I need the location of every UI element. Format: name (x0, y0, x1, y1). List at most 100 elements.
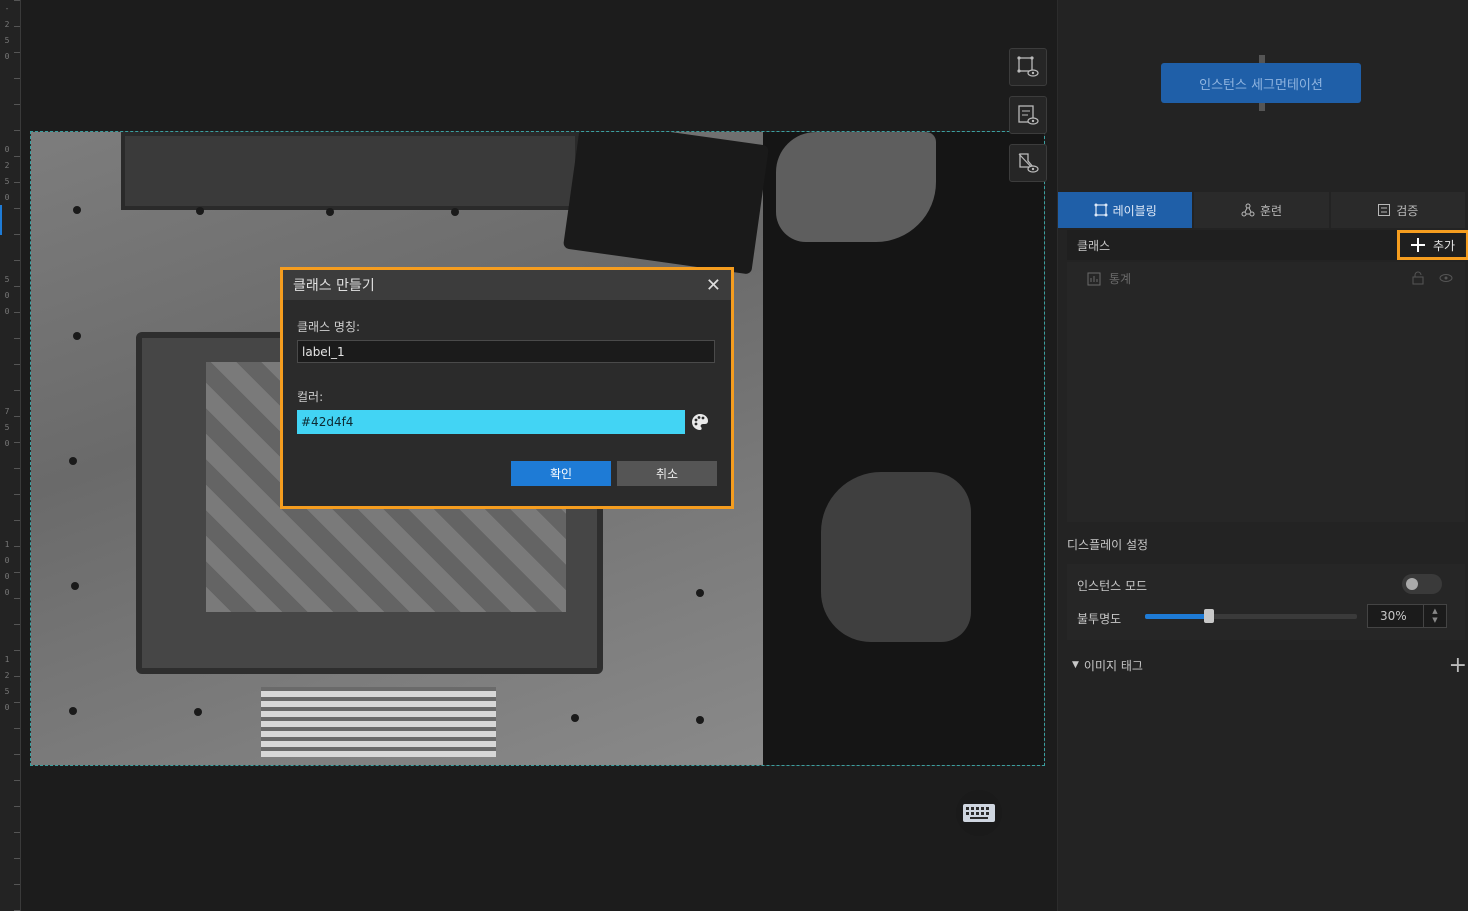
ruler-tick-label: 0 (4, 572, 10, 581)
ruler-tick-label: 5 (4, 36, 10, 45)
tab-validation[interactable]: 검증 (1330, 192, 1465, 228)
tab-validation-label: 검증 (1396, 203, 1419, 218)
photo-hole (696, 589, 704, 597)
ruler-mark (14, 312, 20, 313)
ruler-tick-label: 0 (4, 588, 10, 597)
ruler-tick-label: 0 (4, 439, 10, 448)
ruler-mark (14, 104, 20, 105)
photo-hole (194, 708, 202, 716)
class-name-label: 클래스 명칭: (297, 320, 361, 334)
ruler-mark (14, 598, 20, 599)
ruler-mark (14, 832, 20, 833)
image-tags-header[interactable]: ▼ 이미지 태그 (1067, 657, 1143, 674)
opacity-slider[interactable] (1145, 609, 1357, 623)
ruler-mark (14, 780, 20, 781)
ruler-tick-label: 0 (4, 307, 10, 316)
color-field[interactable]: #42d4f4 (297, 410, 685, 434)
ruler-tick-label: 0 (4, 145, 10, 154)
spin-up-icon[interactable]: ▲ (1432, 607, 1437, 616)
class-list: 통계 (1067, 262, 1465, 522)
confirm-button[interactable]: 확인 (511, 461, 611, 486)
instance-mode-toggle[interactable] (1402, 574, 1442, 594)
mask-eye-icon (1018, 153, 1039, 173)
toggle-label-list-visibility-button[interactable] (1009, 96, 1047, 134)
ruler-tick-label: 2 (4, 20, 10, 29)
ruler-tick-label: 7 (4, 407, 10, 416)
tab-training-label: 훈련 (1259, 203, 1283, 218)
statistics-label: 통계 (1109, 272, 1132, 286)
ruler-mark (14, 208, 20, 209)
ruler-mark (14, 364, 20, 365)
toggle-bbox-visibility-button[interactable] (1009, 48, 1047, 86)
ruler-mark (14, 754, 20, 755)
opacity-spinbox[interactable]: 30% ▲ ▼ (1367, 604, 1447, 628)
palette-icon[interactable] (691, 413, 709, 431)
close-icon[interactable]: ✕ (706, 275, 721, 296)
photo-hole (571, 714, 579, 722)
photo-hole (451, 208, 459, 216)
photo-hand-top (776, 132, 936, 242)
ruler-tick-label: 0 (4, 193, 10, 202)
opacity-value: 30% (1380, 609, 1407, 623)
statistics-row[interactable]: 통계 (1087, 270, 1131, 287)
workflow-node-label: 인스턴스 세그먼테이션 (1199, 77, 1323, 93)
photo-hole (696, 716, 704, 724)
dialog-title: 클래스 만들기 (293, 278, 375, 294)
spin-arrows[interactable]: ▲ ▼ (1423, 605, 1446, 627)
validation-icon (1378, 204, 1391, 216)
photo-hole (69, 707, 77, 715)
class-section-title: 클래스 (1077, 238, 1111, 253)
statistics-actions (1411, 271, 1453, 285)
labeling-icon (1094, 203, 1108, 217)
opacity-slider-fill (1145, 614, 1209, 619)
add-tag-icon[interactable]: + (1449, 653, 1467, 678)
unlock-icon[interactable] (1411, 271, 1425, 285)
ruler-mark (14, 650, 20, 651)
ruler-mark (14, 468, 20, 469)
statistics-icon (1087, 272, 1101, 285)
photo-boards (261, 687, 496, 757)
add-class-label: 추가 (1432, 238, 1456, 253)
ruler-tick-label: 0 (4, 291, 10, 300)
ruler-mark (14, 26, 20, 27)
mode-tabs: 레이블링 훈련 검증 (1058, 192, 1465, 228)
color-value: #42d4f4 (301, 415, 354, 429)
workflow-connector-top (1259, 55, 1265, 63)
class-header: 클래스 추가 (1067, 230, 1468, 260)
ruler-mark (14, 78, 20, 79)
spin-down-icon[interactable]: ▼ (1432, 616, 1437, 625)
ruler-tick-label: 5 (4, 275, 10, 284)
create-class-dialog: 클래스 만들기 ✕ 클래스 명칭: 컬러: #42d4f4 확인 취소 (280, 267, 734, 509)
eye-icon[interactable] (1439, 271, 1453, 285)
ruler-mark (14, 624, 20, 625)
image-tags-title: 이미지 태그 (1083, 658, 1143, 673)
vertical-ruler: - 2 5 0 0 2 5 0 5 0 0 7 5 0 1 0 0 0 1 2 5 0 (0, 0, 21, 911)
photo-hole (326, 208, 334, 216)
ruler-tick-label: 1 (4, 655, 10, 664)
tab-training[interactable]: 훈련 (1194, 192, 1329, 228)
ruler-mark (14, 442, 20, 443)
color-label: 컬러: (297, 390, 324, 404)
plus-icon (1410, 238, 1425, 252)
ruler-mark (14, 234, 20, 235)
workflow-node-instance-segmentation[interactable]: 인스턴스 세그먼테이션 (1161, 63, 1361, 103)
keyboard-shortcuts-button[interactable] (956, 790, 1002, 836)
toggle-mask-visibility-button[interactable] (1009, 144, 1047, 182)
ruler-mark (14, 130, 20, 131)
opacity-slider-handle[interactable] (1203, 609, 1214, 623)
photo-hole (71, 582, 79, 590)
class-name-input[interactable] (297, 340, 715, 363)
tab-labeling[interactable]: 레이블링 (1058, 192, 1193, 228)
add-class-button[interactable]: 추가 (1397, 230, 1468, 260)
ruler-tick-label: 2 (4, 161, 10, 170)
ruler-mark (14, 390, 20, 391)
photo-crate-top (121, 132, 579, 210)
photo-hole (69, 457, 77, 465)
ruler-mark (14, 728, 20, 729)
training-icon (1241, 203, 1255, 217)
ruler-mark (14, 676, 20, 677)
photo-hole (73, 332, 81, 340)
ruler-mark (14, 546, 20, 547)
cancel-button[interactable]: 취소 (617, 461, 717, 486)
toggle-knob (1406, 578, 1418, 590)
